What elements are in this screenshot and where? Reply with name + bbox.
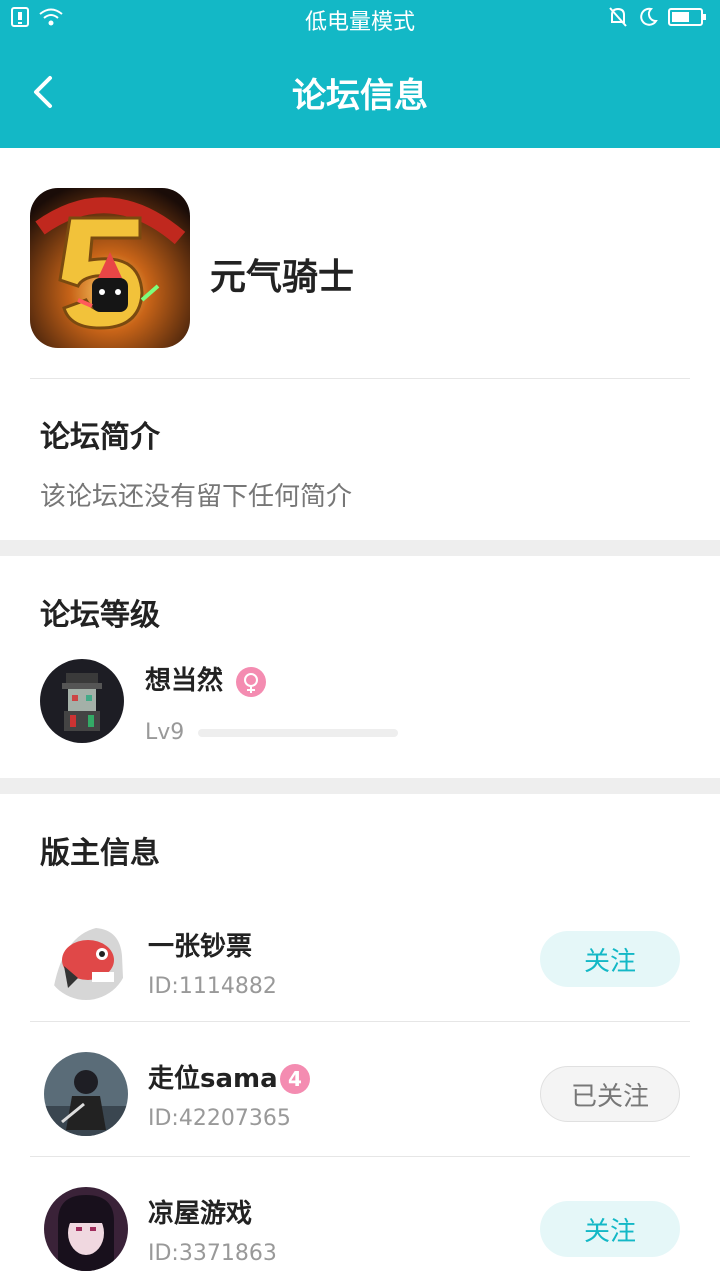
intro-title: 论坛简介: [40, 420, 160, 455]
avatar[interactable]: [44, 1052, 128, 1136]
follow-button[interactable]: 关注: [540, 1201, 680, 1257]
moderator-name: 凉屋游戏: [148, 1199, 253, 1229]
section-gap: [0, 778, 720, 794]
follow-button[interactable]: 关注: [540, 931, 680, 987]
game-section: 元气骑士: [0, 148, 720, 380]
moderator-id: ID:3371863: [148, 1241, 277, 1266]
avatar[interactable]: [40, 659, 124, 743]
page-title: 论坛信息: [292, 76, 428, 116]
avatar[interactable]: [44, 1187, 128, 1271]
mute-bell-icon: [608, 6, 628, 32]
intro-text: 该论坛还没有留下任何简介: [40, 482, 353, 512]
divider: [30, 378, 690, 379]
battery-icon: [668, 7, 708, 31]
game-icon: [30, 188, 190, 348]
moon-icon: [638, 7, 658, 31]
avatar[interactable]: [44, 916, 128, 1000]
section-gap: [0, 540, 720, 556]
gender-badge-icon: [236, 667, 266, 697]
level-badge-icon: 4: [280, 1064, 310, 1094]
moderators-title: 版主信息: [40, 836, 160, 871]
level-title: 论坛等级: [40, 598, 160, 633]
moderator-name: 走位sama: [148, 1064, 278, 1094]
status-right-icons: [608, 6, 708, 32]
level-progress-bar: [198, 729, 398, 737]
user-name: 想当然: [145, 666, 224, 696]
game-name: 元气骑士: [210, 257, 355, 298]
moderator-row: 凉屋游戏 ID:3371863 关注: [0, 1157, 720, 1280]
nav-bar: 论坛信息: [0, 36, 720, 148]
moderator-id: ID:1114882: [148, 974, 277, 999]
moderator-row: 一张钞票 ID:1114882 关注: [0, 888, 720, 1022]
moderator-id: ID:42207365: [148, 1106, 291, 1131]
level-label: Lv9: [145, 720, 185, 745]
moderator-name: 一张钞票: [148, 932, 253, 962]
moderator-row: 走位sama 4 ID:42207365 已关注: [0, 1022, 720, 1156]
followed-button[interactable]: 已关注: [540, 1066, 680, 1122]
status-bar: 低电量模式: [0, 0, 720, 36]
